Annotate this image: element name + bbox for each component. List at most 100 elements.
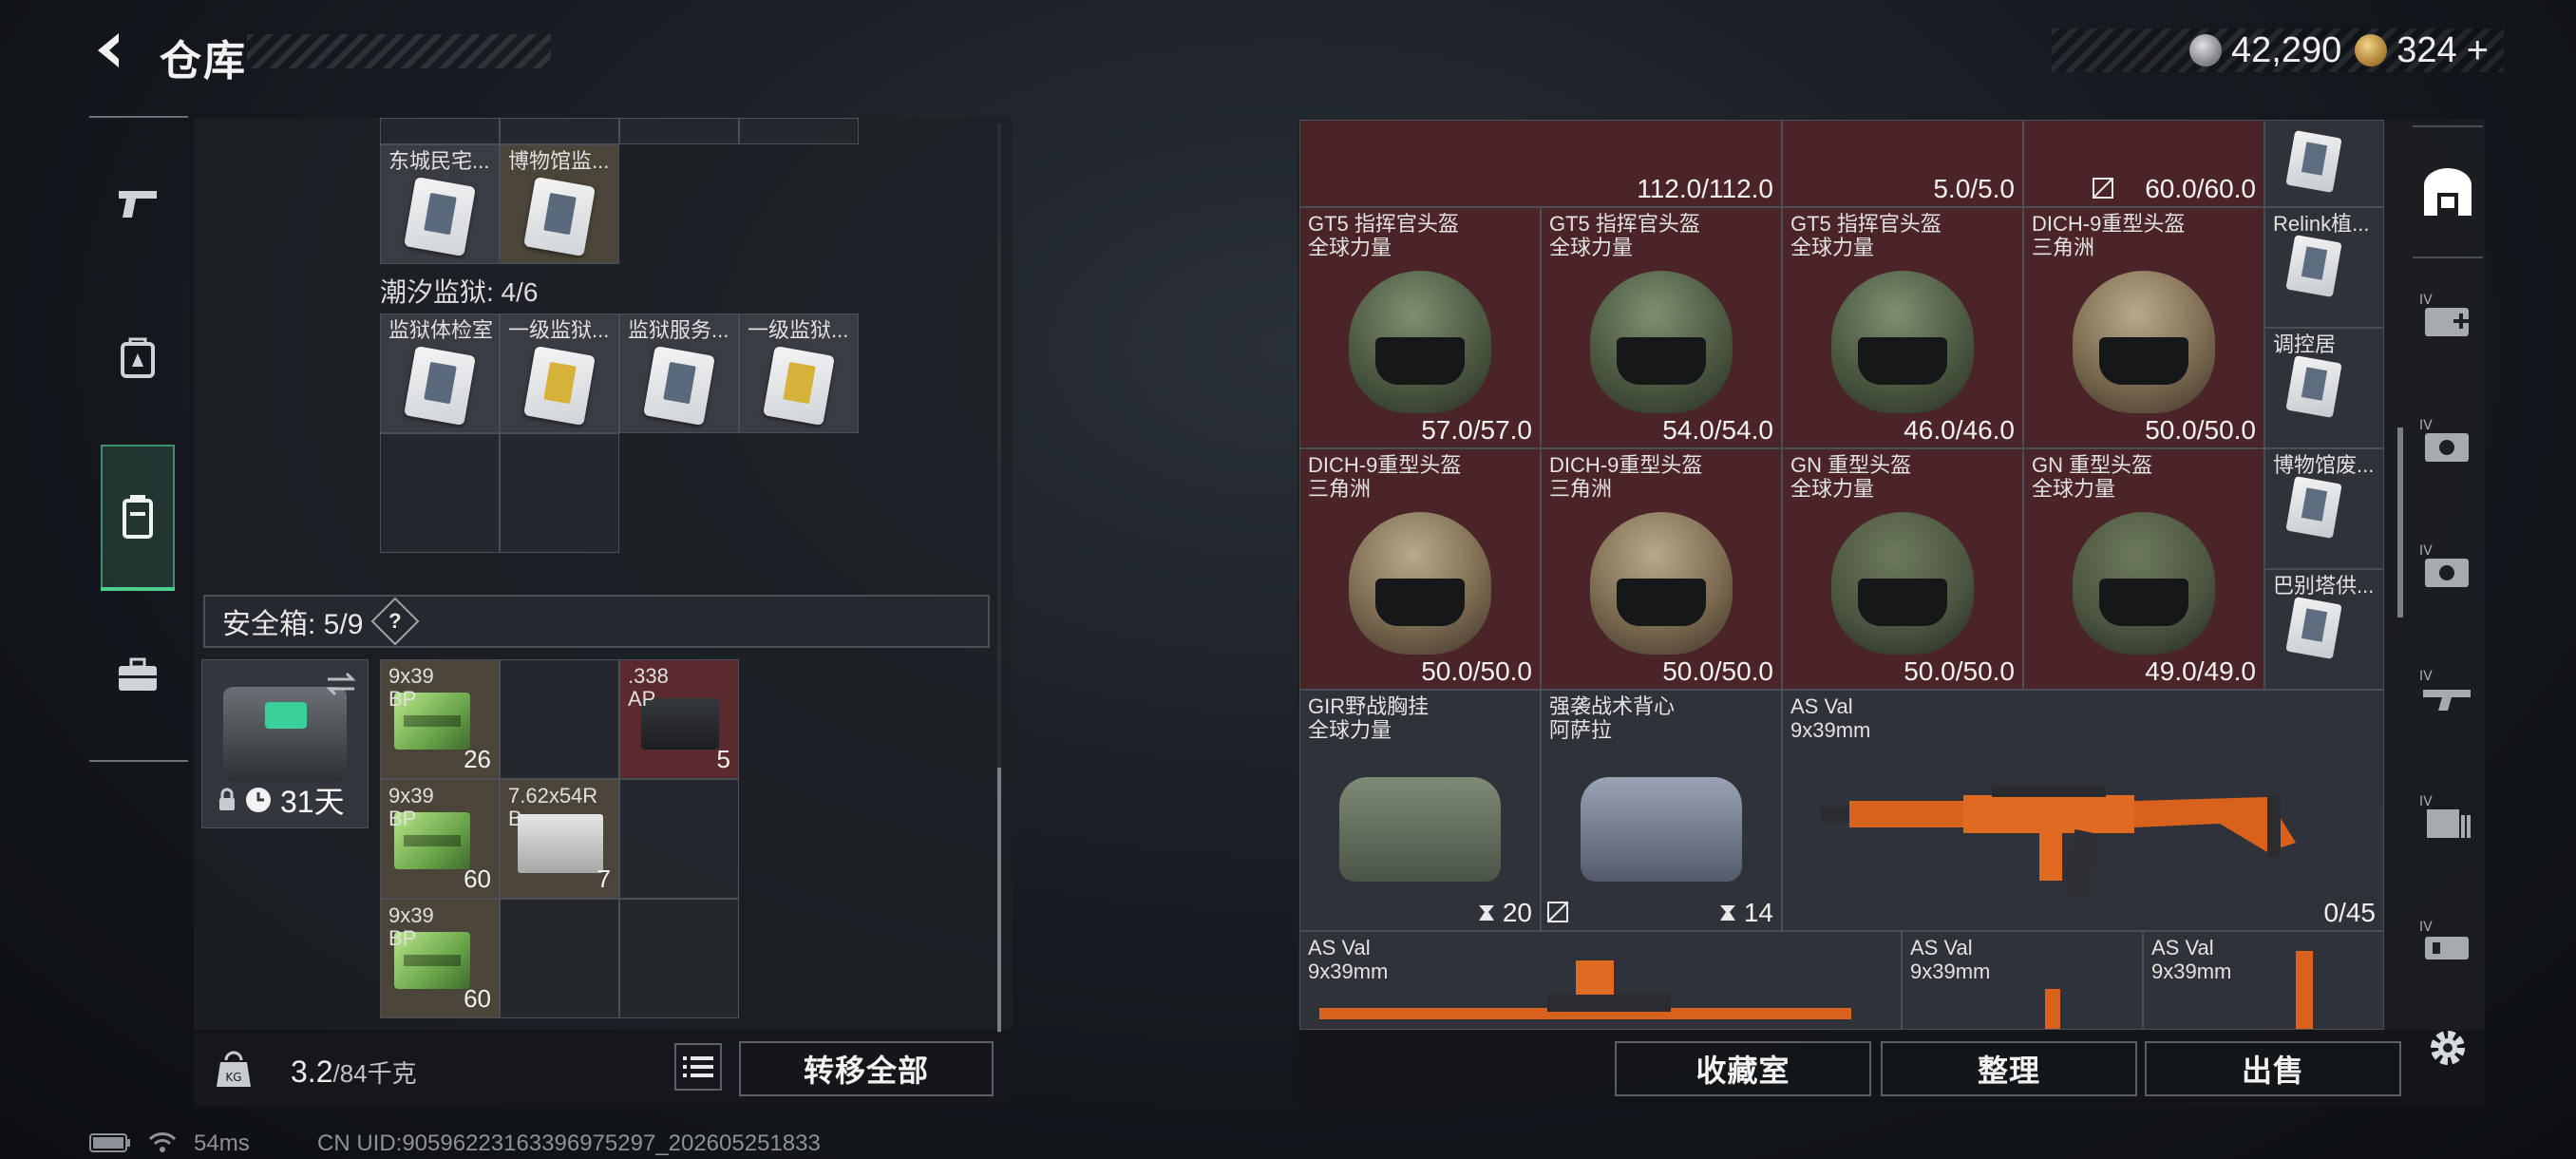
helmet-icon bbox=[1590, 271, 1733, 414]
keycard-item[interactable]: Relink植... bbox=[2264, 207, 2384, 328]
silver-coin-icon bbox=[2189, 34, 2222, 66]
helmet-item[interactable]: GT5 指挥官头盔 全球力量 46.0/46.0 bbox=[1782, 207, 2023, 448]
weapon-item[interactable]: AS Val 9x39mm 0/45 bbox=[1782, 690, 2384, 931]
inventory-scroll-thumb[interactable] bbox=[997, 768, 1001, 1034]
rail-tab-valuables[interactable]: IV bbox=[2413, 532, 2483, 602]
weapon-caliber: 9x39mm bbox=[1308, 960, 1389, 983]
keycard-item[interactable]: 监狱服务... bbox=[619, 314, 739, 433]
rail-stash-all[interactable] bbox=[2413, 158, 2483, 228]
weapon-name: AS Val bbox=[1790, 694, 1853, 718]
item-name: GIR野战胸挂 bbox=[1308, 694, 1430, 718]
stash-item[interactable]: 112.0/112.0 bbox=[1299, 120, 1782, 207]
title-decoration bbox=[247, 34, 551, 68]
ammo-item[interactable]: .338 AP 5 bbox=[619, 659, 739, 779]
swap-icon[interactable] bbox=[324, 670, 358, 698]
helmet-item[interactable]: DICH-9重型头盔 三角洲 50.0/50.0 bbox=[1541, 448, 1782, 690]
ammo-caliber: 9x39 bbox=[388, 664, 434, 688]
help-button[interactable]: ? bbox=[370, 597, 420, 646]
no-repair-icon bbox=[1547, 902, 1568, 922]
item-durability: 5.0/5.0 bbox=[1933, 174, 2015, 203]
ammo-count: 26 bbox=[464, 745, 491, 773]
nav-toolbox[interactable] bbox=[99, 636, 177, 714]
rail-tab-medical[interactable]: IV bbox=[2413, 281, 2483, 352]
item-name: Relink植... bbox=[2273, 212, 2370, 236]
helmet-icon bbox=[1349, 271, 1491, 414]
item-label: 博物馆监... bbox=[508, 149, 610, 173]
collection-room-button[interactable]: 收藏室 bbox=[1615, 1041, 1871, 1096]
safebox-days: 31天 bbox=[280, 785, 345, 819]
keycard-item[interactable]: 博物馆监... bbox=[500, 144, 619, 264]
settings-button[interactable] bbox=[2413, 1013, 2483, 1083]
add-currency-button[interactable]: + bbox=[2467, 29, 2489, 72]
grid-cell bbox=[500, 118, 619, 144]
keycard-item[interactable] bbox=[2264, 120, 2384, 207]
ammo-item[interactable]: 9x39 BP 60 bbox=[380, 899, 500, 1018]
empty-slot[interactable] bbox=[619, 779, 739, 899]
helmet-icon bbox=[1831, 512, 1974, 656]
rail-tab-documents[interactable]: IV bbox=[2413, 783, 2483, 853]
ammo-item[interactable]: 9x39 BP 26 bbox=[380, 659, 500, 779]
helmet-item[interactable]: GN 重型头盔 全球力量 49.0/49.0 bbox=[2023, 448, 2264, 690]
svg-text:IV: IV bbox=[2419, 543, 2433, 559]
ammo-item[interactable]: 9x39 BP 60 bbox=[380, 779, 500, 899]
safebox-label: 安全箱: 5/9 bbox=[222, 609, 364, 640]
safebox-container[interactable]: 31天 bbox=[201, 659, 369, 828]
ammo-item[interactable]: 7.62x54R B 7 bbox=[500, 779, 619, 899]
empty-slot[interactable] bbox=[500, 433, 619, 553]
empty-slot[interactable] bbox=[500, 899, 619, 1018]
weapon-item[interactable]: AS Val 9x39mm bbox=[2143, 931, 2384, 1030]
list-view-button[interactable] bbox=[674, 1043, 722, 1091]
helmet-item[interactable]: DICH-9重型头盔 三角洲 50.0/50.0 bbox=[2023, 207, 2264, 448]
nav-storage[interactable] bbox=[101, 445, 175, 591]
item-name: GT5 指挥官头盔 bbox=[1790, 212, 1941, 236]
nav-weapons[interactable] bbox=[99, 165, 177, 243]
weapon-item[interactable]: AS Val 9x39mm bbox=[1299, 931, 1902, 1030]
nav-equipment[interactable] bbox=[99, 319, 177, 397]
uid-readout: CN UID:9059622316339697529​7_20260525183… bbox=[317, 1130, 821, 1156]
stash-scroll-thumb[interactable] bbox=[2397, 428, 2403, 618]
helmet-item[interactable]: GT5 指挥官头盔 全球力量 57.0/57.0 bbox=[1299, 207, 1541, 448]
item-name: 博物馆废... bbox=[2273, 453, 2375, 477]
vest-item[interactable]: 强袭战术背心 阿萨拉 14 bbox=[1541, 690, 1782, 931]
rail-tab-cash[interactable]: IV bbox=[2413, 407, 2483, 477]
stash-item[interactable]: 60.0/60.0 bbox=[2023, 120, 2264, 207]
helmet-icon bbox=[2073, 271, 2215, 414]
keycard-item[interactable]: 一级监狱... bbox=[739, 314, 859, 433]
weapon-item[interactable]: AS Val 9x39mm bbox=[1902, 931, 2143, 1030]
back-button[interactable] bbox=[87, 27, 135, 74]
vest-item[interactable]: GIR野战胸挂 全球力量 20 bbox=[1299, 690, 1541, 931]
item-label: 一级监狱... bbox=[508, 318, 610, 342]
organize-button[interactable]: 整理 bbox=[1881, 1041, 2137, 1096]
stash-item[interactable]: 5.0/5.0 bbox=[1782, 120, 2023, 207]
weight-current: 3.2 bbox=[291, 1054, 333, 1089]
silver-amount: 42,290 bbox=[2231, 29, 2342, 70]
sell-button[interactable]: 出售 bbox=[2145, 1041, 2401, 1096]
empty-slot[interactable] bbox=[619, 899, 739, 1018]
item-durability: 57.0/57.0 bbox=[1421, 415, 1532, 445]
rail-tab-weapons[interactable]: IV bbox=[2413, 657, 2483, 728]
grid-cell bbox=[739, 118, 859, 144]
rail-tab-ammo[interactable]: IV bbox=[2413, 908, 2483, 978]
weight-readout: 3.2/84千克 bbox=[291, 1054, 417, 1090]
keycard-item[interactable]: 一级监狱... bbox=[500, 314, 619, 433]
keycard-item[interactable]: 监狱体检室 bbox=[380, 314, 500, 433]
capacity-icon bbox=[1478, 905, 1494, 921]
helmet-item[interactable]: GN 重型头盔 全球力量 50.0/50.0 bbox=[1782, 448, 2023, 690]
backpack-icon bbox=[121, 337, 155, 378]
back-arrow-icon bbox=[98, 33, 119, 67]
keycard-item[interactable]: 东城民宅... bbox=[380, 144, 500, 264]
ammo-caliber: 7.62x54R bbox=[508, 784, 598, 808]
currency-silver[interactable]: 42,290 bbox=[2189, 30, 2341, 71]
keycard-item[interactable]: 巴别塔供... bbox=[2264, 569, 2384, 690]
empty-slot[interactable] bbox=[380, 433, 500, 553]
ammo-type: B bbox=[508, 807, 522, 830]
keycard-item[interactable]: 博物馆废... bbox=[2264, 448, 2384, 569]
currency-gold[interactable]: 324 + bbox=[2355, 29, 2489, 72]
keycard-item[interactable]: 调控居 bbox=[2264, 328, 2384, 448]
rifle-icon bbox=[1821, 786, 2296, 901]
empty-slot[interactable] bbox=[500, 659, 619, 779]
helmet-item[interactable]: DICH-9重型头盔 三角洲 50.0/50.0 bbox=[1299, 448, 1541, 690]
transfer-all-button[interactable]: 转移全部 bbox=[739, 1041, 994, 1096]
item-origin: 全球力量 bbox=[1549, 236, 1634, 259]
helmet-item[interactable]: GT5 指挥官头盔 全球力量 54.0/54.0 bbox=[1541, 207, 1782, 448]
